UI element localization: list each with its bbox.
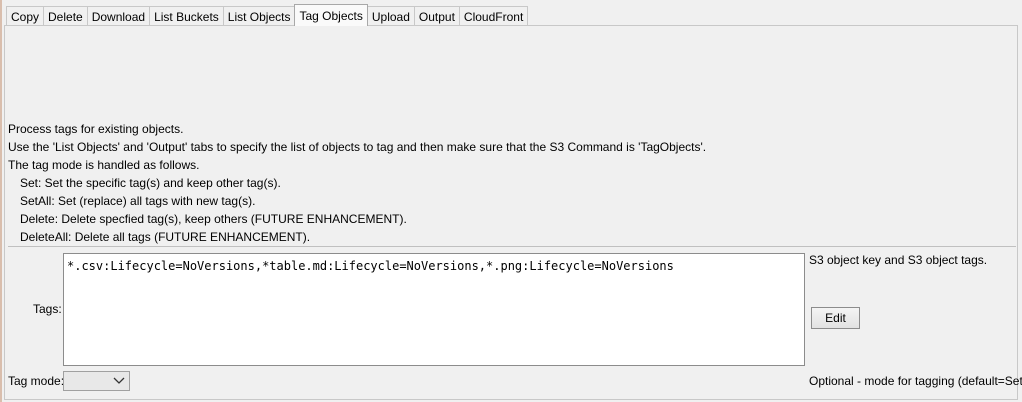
description-line: Use the 'List Objects' and 'Output' tabs… [8,140,707,154]
edit-button[interactable]: Edit [811,307,860,329]
tab-copy[interactable]: Copy [6,6,45,26]
tab-output[interactable]: Output [413,6,460,26]
tag-mode-label: Tag mode: [8,374,65,388]
tag-mode-select[interactable] [63,371,130,391]
tag-objects-panel: Process tags for existing objects. Use t… [4,25,1022,400]
tab-list-objects[interactable]: List Objects [222,6,296,26]
tab-download[interactable]: Download [86,6,151,26]
tab-upload[interactable]: Upload [366,6,415,26]
tags-label: Tags: [33,302,62,316]
chevron-down-icon [113,377,125,384]
description-line: Process tags for existing objects. [8,122,184,136]
tab-list-buckets[interactable]: List Buckets [149,6,224,26]
mode-description-deleteall: DeleteAll: Delete all tags (FUTURE ENHAN… [20,230,311,244]
tab-delete[interactable]: Delete [43,6,88,26]
mode-description-set: Set: Set the specific tag(s) and keep ot… [20,176,281,190]
mode-description-setall: SetAll: Set (replace) all tags with new … [20,194,256,208]
tab-bar: Copy Delete Download List Buckets List O… [6,4,529,26]
separator [8,246,1016,247]
window-edge [0,0,2,402]
tab-tag-objects[interactable]: Tag Objects [294,4,368,26]
tags-note: S3 object key and S3 object tags. [809,253,988,267]
description: Process tags for existing objects. Use t… [8,120,706,246]
description-line: The tag mode is handled as follows. [8,158,200,172]
tag-mode-note: Optional - mode for tagging (default=Set… [809,374,1022,388]
tab-cloudfront[interactable]: CloudFront [458,6,529,26]
tags-textarea[interactable]: *.csv:Lifecycle=NoVersions,*table.md:Lif… [63,253,805,366]
mode-description-delete: Delete: Delete specfied tag(s), keep oth… [20,212,407,226]
